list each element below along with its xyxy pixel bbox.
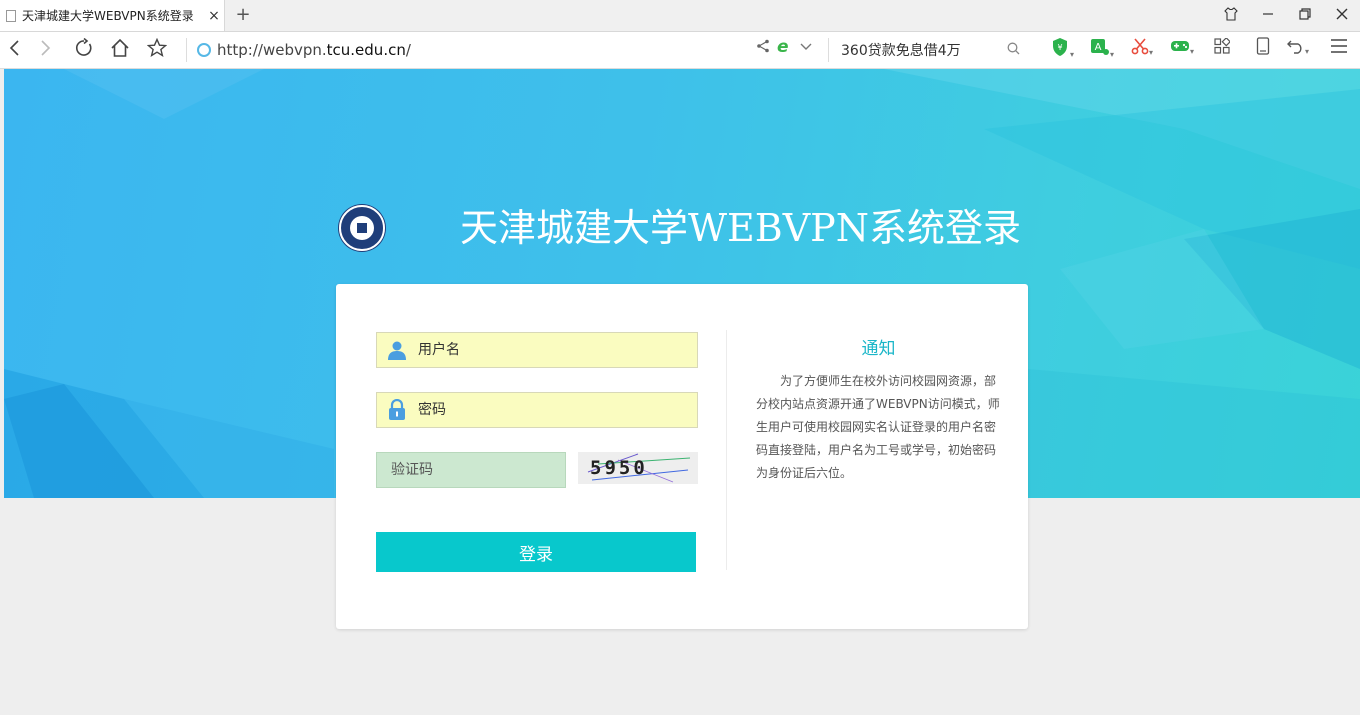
shirt-icon[interactable] bbox=[1212, 6, 1249, 25]
university-logo bbox=[339, 205, 385, 251]
secure-site-icon bbox=[197, 43, 211, 57]
share-icon[interactable] bbox=[756, 39, 770, 57]
captcha-field[interactable] bbox=[376, 452, 566, 488]
back-icon[interactable] bbox=[2, 38, 26, 62]
browser-tab[interactable]: 天津城建大学WEBVPN系统登录 × bbox=[0, 0, 225, 31]
menu-icon[interactable] bbox=[1327, 37, 1351, 61]
password-input[interactable] bbox=[416, 401, 680, 419]
close-tab-icon[interactable]: × bbox=[204, 8, 224, 24]
username-field[interactable] bbox=[376, 332, 698, 368]
close-window-icon[interactable] bbox=[1323, 8, 1360, 24]
tab-title: 天津城建大学WEBVPN系统登录 bbox=[22, 9, 194, 23]
search-text[interactable]: 360贷款免息借4万 bbox=[841, 40, 1007, 60]
scissors-icon[interactable]: ▾ bbox=[1130, 37, 1154, 61]
search-icon[interactable] bbox=[1007, 42, 1020, 59]
url-text[interactable]: http://webvpn.tcu.edu.cn/ bbox=[217, 41, 411, 59]
home-icon[interactable] bbox=[108, 38, 132, 63]
shield-icon[interactable]: ¥ ▾ bbox=[1050, 37, 1074, 61]
page-title: 天津城建大学WEBVPN系统登录 bbox=[460, 206, 1021, 250]
user-icon bbox=[386, 339, 408, 361]
page-viewport: 天津城建大学WEBVPN系统登录 5950 bbox=[4, 69, 1360, 715]
translate-icon[interactable]: A ▾ bbox=[1090, 37, 1114, 61]
gamepad-icon[interactable]: ▾ bbox=[1170, 37, 1194, 61]
username-input[interactable] bbox=[416, 341, 680, 359]
reading-mode-icon[interactable] bbox=[1251, 37, 1275, 61]
minimize-icon[interactable] bbox=[1249, 8, 1286, 24]
forward-icon[interactable] bbox=[34, 38, 58, 62]
lock-icon bbox=[386, 399, 408, 421]
notice-title: 通知 bbox=[861, 339, 896, 359]
bookmark-star-icon[interactable] bbox=[145, 37, 169, 63]
captcha-input[interactable] bbox=[389, 461, 553, 479]
chevron-down-icon[interactable] bbox=[800, 40, 812, 54]
svg-text:¥: ¥ bbox=[1057, 43, 1062, 52]
captcha-image[interactable]: 5950 bbox=[578, 452, 698, 484]
password-field[interactable] bbox=[376, 392, 698, 428]
address-bar[interactable]: http://webvpn.tcu.edu.cn/ bbox=[186, 38, 411, 62]
new-tab-icon[interactable]: + bbox=[233, 4, 253, 25]
ie-compat-icon[interactable]: e bbox=[777, 37, 789, 57]
undo-close-icon[interactable]: ▾ bbox=[1286, 37, 1310, 61]
card-divider bbox=[726, 330, 727, 570]
notice-body: 为了方便师生在校外访问校园网资源，部分校内站点资源开通了WEBVPN访问模式，师… bbox=[756, 374, 1000, 480]
window-controls bbox=[1212, 0, 1360, 31]
restore-icon[interactable] bbox=[1286, 7, 1323, 24]
refresh-icon[interactable] bbox=[72, 37, 96, 63]
search-box[interactable]: 360贷款免息借4万 bbox=[828, 38, 1024, 62]
browser-tab-bar: 天津城建大学WEBVPN系统登录 × + bbox=[0, 0, 1360, 32]
browser-nav-bar: http://webvpn.tcu.edu.cn/ e 360贷款免息借4万 ¥… bbox=[0, 32, 1360, 69]
apps-grid-icon[interactable] bbox=[1210, 37, 1234, 61]
page-icon bbox=[6, 9, 16, 22]
login-button[interactable]: 登录 bbox=[376, 532, 696, 572]
login-card: 5950 登录 通知 为了方便师生在校外访问校园网资源，部分校内站点资源开通了W… bbox=[336, 284, 1028, 629]
captcha-code: 5950 bbox=[590, 457, 648, 479]
svg-text:A: A bbox=[1095, 42, 1102, 53]
